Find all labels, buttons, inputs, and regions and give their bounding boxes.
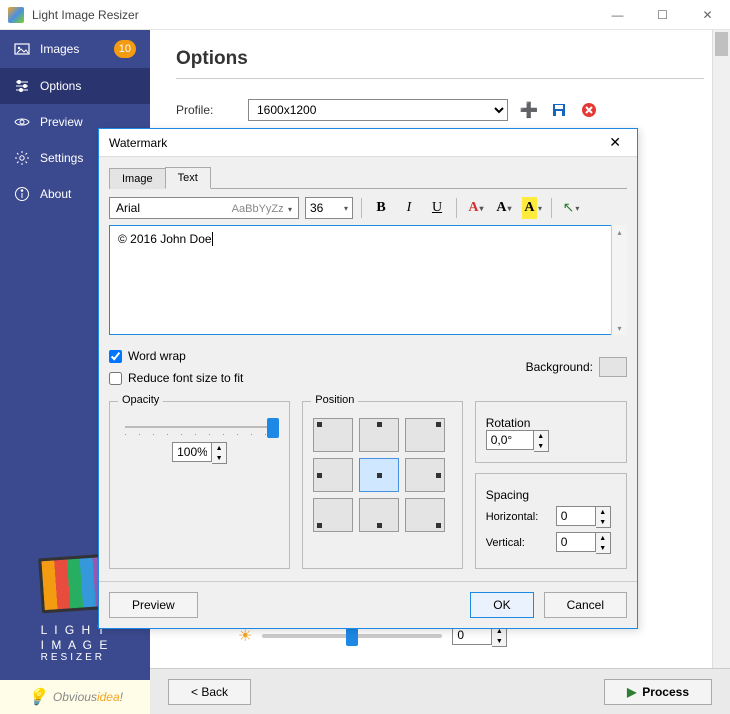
pos-bl[interactable] xyxy=(313,498,353,532)
vertical-scrollbar[interactable] xyxy=(712,30,730,668)
dialog-close-icon[interactable]: ✕ xyxy=(603,132,627,153)
spin-up[interactable]: ▲ xyxy=(596,533,610,543)
eye-icon xyxy=(14,114,30,130)
close-button[interactable]: ✕ xyxy=(685,0,730,30)
brightness-icon: ☀ xyxy=(238,626,252,646)
highlight-button[interactable]: A▾ xyxy=(521,197,543,219)
word-wrap-label: Word wrap xyxy=(128,349,186,363)
footer-bar: < Back ▶Process xyxy=(150,668,730,714)
sidebar-item-options[interactable]: Options xyxy=(0,68,150,104)
profile-label: Profile: xyxy=(176,103,236,117)
info-icon xyxy=(14,186,30,202)
sidebar-item-label: Images xyxy=(40,42,79,56)
textarea-scrollbar[interactable]: ▴▾ xyxy=(611,225,627,335)
tab-image[interactable]: Image xyxy=(109,168,166,189)
sliders-icon xyxy=(14,78,30,94)
spacing-h-label: Horizontal: xyxy=(486,511,550,523)
position-legend: Position xyxy=(311,394,358,406)
sidebar-item-label: About xyxy=(40,187,71,201)
opacity-slider[interactable] xyxy=(125,426,275,428)
footer-brand[interactable]: 💡 Obviousidea! xyxy=(0,680,150,714)
reduce-font-label: Reduce font size to fit xyxy=(128,371,243,385)
spin-up[interactable]: ▲ xyxy=(596,507,610,517)
font-family-select[interactable]: Arial AaBbYyZz ▾ xyxy=(109,197,299,219)
bold-button[interactable]: B xyxy=(370,197,392,219)
pos-tr[interactable] xyxy=(405,418,445,452)
opacity-value[interactable] xyxy=(172,442,212,462)
page-title: Options xyxy=(176,48,704,79)
tab-text[interactable]: Text xyxy=(165,167,211,189)
ok-button[interactable]: OK xyxy=(470,592,533,618)
cancel-button[interactable]: Cancel xyxy=(544,592,627,618)
play-icon: ▶ xyxy=(627,685,636,699)
gear-icon xyxy=(14,150,30,166)
brightness-slider[interactable] xyxy=(262,634,442,638)
spin-down[interactable]: ▼ xyxy=(596,517,610,527)
rotation-group: Rotation ▲▼ xyxy=(475,401,627,463)
spin-up[interactable]: ▲ xyxy=(212,443,226,453)
profile-select[interactable]: 1600x1200 xyxy=(248,99,508,121)
chevron-down-icon: ▾ xyxy=(288,205,292,214)
minimize-button[interactable]: — xyxy=(595,0,640,30)
app-icon xyxy=(8,7,24,23)
spin-down[interactable]: ▼ xyxy=(212,453,226,463)
watermark-text-input[interactable]: © 2016 John Doe xyxy=(109,225,627,335)
rotation-legend: Rotation xyxy=(486,416,531,430)
opacity-group: Opacity ▲▼ xyxy=(109,401,290,569)
italic-button[interactable]: I xyxy=(398,197,420,219)
background-label: Background: xyxy=(526,360,593,374)
font-size-select[interactable]: 36▾ xyxy=(305,197,353,219)
font-color-button[interactable]: A▾ xyxy=(465,197,487,219)
font-outline-button[interactable]: A▾ xyxy=(493,197,515,219)
watermark-dialog: Watermark ✕ Image Text Arial AaBbYyZz ▾ … xyxy=(98,128,638,629)
insert-button[interactable]: ↖▾ xyxy=(560,197,582,219)
spacing-group: Spacing Horizontal: ▲▼ Vertical: ▲▼ xyxy=(475,473,627,569)
spin-down[interactable]: ▼ xyxy=(534,441,548,451)
pos-mc[interactable] xyxy=(359,458,399,492)
sidebar-item-label: Options xyxy=(40,79,81,93)
save-profile-icon[interactable] xyxy=(550,101,568,119)
pos-mr[interactable] xyxy=(405,458,445,492)
sidebar-item-label: Settings xyxy=(40,151,83,165)
add-profile-icon[interactable]: ➕ xyxy=(520,101,538,119)
spacing-v-label: Vertical: xyxy=(486,537,550,549)
titlebar: Light Image Resizer — ☐ ✕ xyxy=(0,0,730,30)
spacing-h-value[interactable] xyxy=(556,506,596,526)
process-button[interactable]: ▶Process xyxy=(604,679,712,705)
chevron-down-icon: ▾ xyxy=(344,204,348,213)
logo-text: L I G H T I M A G E RESIZER xyxy=(41,623,110,664)
preview-button[interactable]: Preview xyxy=(109,592,198,618)
pos-tc[interactable] xyxy=(359,418,399,452)
images-icon xyxy=(14,41,30,57)
back-button[interactable]: < Back xyxy=(168,679,251,705)
opacity-legend: Opacity xyxy=(118,394,163,406)
reduce-font-checkbox[interactable] xyxy=(109,372,122,385)
underline-button[interactable]: U xyxy=(426,197,448,219)
spin-down[interactable]: ▼ xyxy=(596,543,610,553)
rotation-value[interactable] xyxy=(486,430,534,450)
position-group: Position xyxy=(302,401,462,569)
sidebar-item-label: Preview xyxy=(40,115,83,129)
bulb-icon: 💡 xyxy=(27,687,47,707)
pos-bc[interactable] xyxy=(359,498,399,532)
pos-tl[interactable] xyxy=(313,418,353,452)
pos-ml[interactable] xyxy=(313,458,353,492)
sidebar-item-images[interactable]: Images 10 xyxy=(0,30,150,68)
spin-up[interactable]: ▲ xyxy=(534,431,548,441)
background-color-picker[interactable] xyxy=(599,357,627,377)
spacing-legend: Spacing xyxy=(486,488,529,502)
dialog-title: Watermark xyxy=(109,136,167,150)
images-count-badge: 10 xyxy=(114,40,136,58)
maximize-button[interactable]: ☐ xyxy=(640,0,685,30)
spin-down[interactable]: ▼ xyxy=(492,636,506,646)
window-title: Light Image Resizer xyxy=(32,8,595,22)
dialog-titlebar[interactable]: Watermark ✕ xyxy=(99,129,637,157)
pos-br[interactable] xyxy=(405,498,445,532)
spacing-v-value[interactable] xyxy=(556,532,596,552)
delete-profile-icon[interactable] xyxy=(580,101,598,119)
word-wrap-checkbox[interactable] xyxy=(109,350,122,363)
